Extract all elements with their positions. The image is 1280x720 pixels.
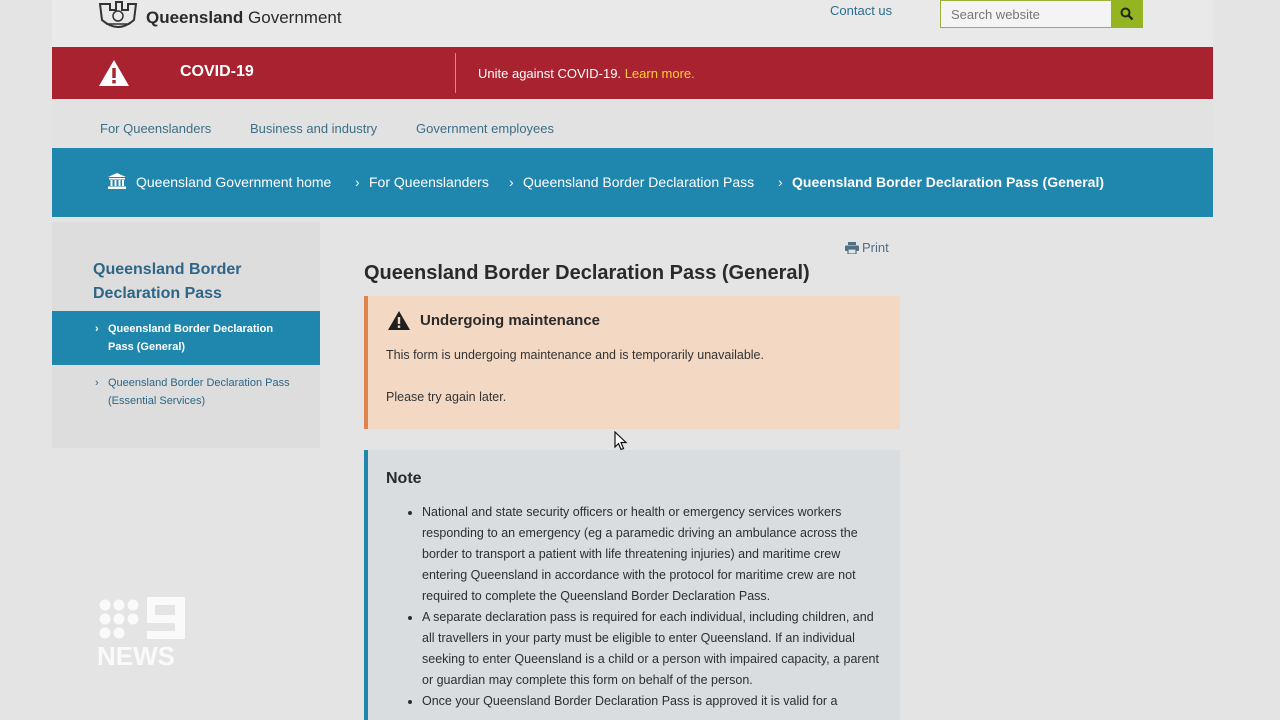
chevron-right-icon: ›	[778, 174, 783, 190]
list-item: National and state security officers or …	[422, 502, 886, 607]
print-link[interactable]: Print	[845, 240, 889, 255]
breadcrumb-for-queenslanders[interactable]: For Queenslanders	[369, 174, 489, 190]
breadcrumb-border-pass[interactable]: Queensland Border Declaration Pass	[523, 174, 754, 190]
sidebar-item-essential-services[interactable]: › Queensland Border Declaration Pass (Es…	[52, 365, 320, 419]
banner-divider	[455, 53, 456, 93]
sidebar-item-label: Queensland Border Declaration Pass (Esse…	[108, 377, 290, 407]
qld-gov-logo[interactable]: Queensland Government	[96, 0, 342, 36]
chevron-right-icon: ›	[95, 377, 99, 389]
nine-news-logo: NEWS	[97, 597, 185, 669]
print-label: Print	[862, 240, 889, 255]
covid-message: Unite against COVID-19. Learn more.	[478, 66, 695, 81]
printer-icon	[845, 241, 859, 254]
sidebar-item-label: Queensland Border Declaration Pass (Gene…	[108, 323, 274, 353]
warning-icon	[99, 60, 129, 86]
section-sidebar: Queensland Border Declaration Pass › Que…	[52, 222, 320, 448]
page-title: Queensland Border Declaration Pass (Gene…	[364, 262, 810, 284]
logo-text-bold: Queensland	[146, 8, 244, 27]
covid-title: COVID-19	[180, 63, 254, 80]
home-building-icon	[108, 173, 126, 189]
warning-icon	[388, 311, 410, 330]
contact-us-link[interactable]: Contact us	[830, 3, 892, 18]
note-box: Note National and state security officer…	[364, 450, 900, 720]
search-icon	[1120, 7, 1134, 21]
nav-for-queenslanders[interactable]: For Queenslanders	[100, 121, 211, 136]
note-heading: Note	[386, 470, 422, 487]
site-header: Queensland Government Contact us	[52, 0, 1213, 47]
chevron-right-icon: ›	[355, 174, 360, 190]
sidebar-title[interactable]: Queensland Border Declaration Pass	[93, 258, 293, 306]
crest-icon	[98, 1, 138, 28]
note-list: National and state security officers or …	[406, 502, 886, 712]
audience-nav: For Queenslanders Business and industry …	[52, 99, 1213, 148]
chevron-right-icon: ›	[509, 174, 514, 190]
alert-heading: Undergoing maintenance	[420, 312, 601, 329]
covid-banner: COVID-19 Unite against COVID-19. Learn m…	[52, 47, 1213, 99]
mouse-cursor-icon	[614, 431, 628, 451]
alert-message: This form is undergoing maintenance and …	[386, 348, 764, 362]
list-item: A separate declaration pass is required …	[422, 607, 886, 691]
news-wordmark: NEWS	[97, 641, 175, 669]
covid-message-text: Unite against COVID-19.	[478, 66, 625, 81]
breadcrumb-home[interactable]: Queensland Government home	[136, 174, 331, 190]
breadcrumb: Queensland Government home › For Queensl…	[52, 148, 1213, 217]
nav-business-industry[interactable]: Business and industry	[250, 121, 377, 136]
chevron-right-icon: ›	[95, 323, 99, 335]
sidebar-item-general[interactable]: › Queensland Border Declaration Pass (Ge…	[52, 311, 320, 365]
alert-retry-message: Please try again later.	[386, 390, 507, 404]
logo-text-light: Government	[248, 8, 342, 27]
learn-more-link[interactable]: Learn more.	[625, 66, 695, 81]
breadcrumb-current: Queensland Border Declaration Pass (Gene…	[792, 174, 1104, 190]
list-item: Once your Queensland Border Declaration …	[422, 691, 886, 712]
search-button[interactable]	[1111, 0, 1143, 28]
nav-government-employees[interactable]: Government employees	[416, 121, 554, 136]
search-input[interactable]	[940, 0, 1111, 28]
maintenance-alert: Undergoing maintenance This form is unde…	[364, 296, 900, 429]
search-form	[940, 0, 1143, 28]
